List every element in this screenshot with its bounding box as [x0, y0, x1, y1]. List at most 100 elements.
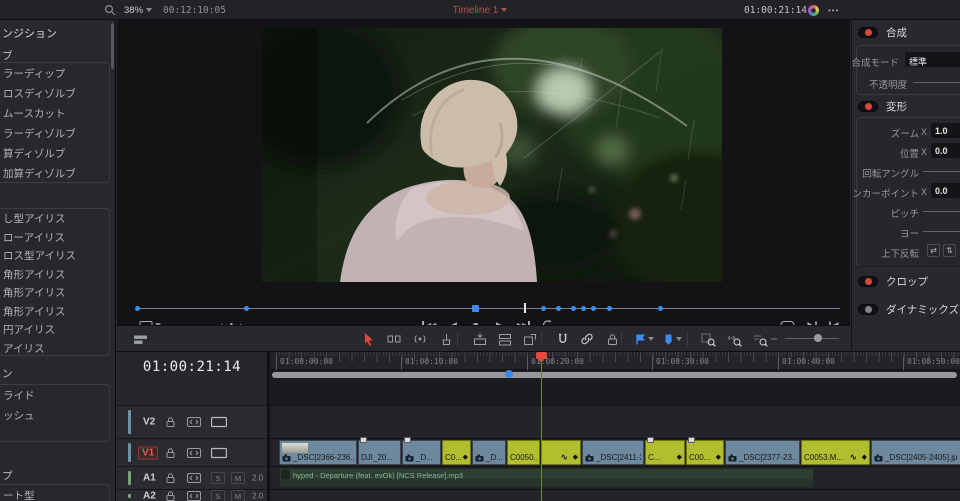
lock-icon[interactable] — [165, 416, 176, 428]
crop-toggle[interactable] — [858, 275, 878, 287]
trim-edit-mode-icon[interactable] — [383, 327, 405, 351]
transition-item[interactable]: アイリス — [0, 340, 109, 356]
track-header-v1[interactable]: V1 — [117, 438, 267, 466]
viewer-marker[interactable] — [135, 306, 140, 311]
transform-toggle[interactable] — [858, 100, 878, 112]
timeline-clip[interactable]: _D... — [472, 440, 506, 465]
viewer-marker[interactable] — [244, 306, 249, 311]
track-name-a1[interactable]: A1 — [143, 473, 156, 484]
track-header-v2[interactable]: V2 — [117, 405, 267, 438]
lock-icon[interactable] — [165, 472, 176, 484]
viewer-scrubber[interactable] — [117, 302, 850, 314]
transition-item[interactable]: 加算ディゾルブ — [0, 164, 109, 182]
flip-horizontal-button[interactable]: ⇄ — [927, 244, 940, 257]
timeline-clip[interactable]: _DSC[2366-236... — [279, 440, 357, 465]
timeline-clip[interactable]: _DSC[2411-24... — [582, 440, 644, 465]
composite-mode-select[interactable]: 標準 — [905, 52, 960, 67]
value-field[interactable]: 0.0 — [931, 183, 960, 198]
solo-button[interactable]: S — [211, 490, 225, 501]
track-lane-v1[interactable]: _DSC[2366-236... DJI_20... _D... C0... ◆ _D..… — [271, 437, 960, 466]
track-enable-icon[interactable] — [211, 416, 227, 428]
opacity-slider[interactable] — [913, 82, 960, 83]
position-lock-icon[interactable] — [601, 327, 623, 351]
timeline-zoom-slider-thumb[interactable] — [814, 334, 822, 342]
viewer-marker[interactable] — [591, 306, 596, 311]
timeline-zoom-slider[interactable] — [785, 338, 839, 339]
track-name-v2[interactable]: V2 — [143, 417, 155, 428]
slider-track[interactable] — [923, 211, 960, 212]
viewer-marker[interactable] — [571, 306, 576, 311]
overwrite-clip-icon[interactable] — [494, 327, 516, 351]
zoom-detail-icon[interactable] — [723, 327, 745, 351]
viewer-marker[interactable] — [607, 306, 612, 311]
flip-vertical-button[interactable]: ⇅ — [943, 244, 956, 257]
slider-track[interactable] — [923, 171, 960, 172]
transition-item[interactable]: ラーディゾルブ — [0, 124, 109, 144]
timeline-scrollbar[interactable] — [272, 372, 957, 378]
track-header-a2[interactable]: A2 S M 2.0 — [117, 489, 267, 501]
color-wheel-icon[interactable] — [808, 0, 819, 20]
auto-select-icon[interactable] — [187, 473, 201, 484]
transition-item[interactable]: 角形アイリス — [0, 284, 109, 303]
dynamic-trim-icon[interactable] — [409, 327, 431, 351]
sidebar-scrollbar[interactable] — [111, 23, 114, 69]
transition-item[interactable]: ート型 — [0, 486, 109, 501]
timeline-clip[interactable]: _D... — [402, 437, 441, 465]
transition-item[interactable]: 角形アイリス — [0, 303, 109, 322]
value-field[interactable]: 1.0 — [931, 123, 960, 138]
transition-item[interactable]: ロスディゾルブ — [0, 84, 109, 104]
auto-select-icon[interactable] — [187, 417, 201, 428]
viewer-marker[interactable] — [556, 306, 561, 311]
timeline-clip[interactable]: C... ◆ — [645, 437, 685, 465]
timeline-clip[interactable]: ∿ ◆ — [541, 440, 581, 465]
chevron-down-icon[interactable] — [676, 337, 682, 341]
timeline-marker[interactable] — [505, 370, 513, 378]
mute-button[interactable]: M — [231, 490, 245, 501]
playhead-flag[interactable] — [536, 352, 547, 363]
razor-tool-icon[interactable] — [435, 327, 457, 351]
snapping-icon[interactable] — [551, 327, 573, 351]
viewer-marker[interactable] — [541, 306, 546, 311]
transition-item[interactable]: 角形アイリス — [0, 266, 109, 285]
transition-item[interactable]: 算ディゾルブ — [0, 144, 109, 164]
auto-select-icon[interactable] — [187, 491, 201, 501]
selection-tool-icon[interactable] — [357, 327, 379, 351]
viewer-marker[interactable] — [581, 306, 586, 311]
timeline-clip[interactable]: C0... ◆ — [442, 440, 471, 465]
viewer-playhead-tick[interactable] — [524, 303, 526, 313]
mute-button[interactable]: M — [231, 472, 245, 484]
transition-item[interactable]: ラーディップ — [0, 64, 109, 84]
timeline-view-options-icon[interactable] — [129, 327, 151, 351]
transition-item[interactable]: ロス型アイリス — [0, 247, 109, 266]
zoom-out-button[interactable]: − — [763, 327, 785, 351]
timeline-content[interactable]: 01:00:00:00 01:00:10:00 01:00:20:00 01:00:3… — [271, 352, 960, 501]
transition-item[interactable]: ライド — [0, 386, 109, 406]
track-enable-icon[interactable] — [211, 447, 227, 458]
zoom-full-extent-icon[interactable] — [697, 327, 719, 351]
transition-item[interactable]: ムースカット — [0, 104, 109, 124]
viewer-marker[interactable] — [658, 306, 663, 311]
viewer-range-marker[interactable] — [472, 305, 479, 312]
transition-item[interactable]: ローアイリス — [0, 229, 109, 248]
auto-select-icon[interactable] — [187, 447, 201, 458]
value-field[interactable]: 0.0 — [931, 143, 960, 158]
timeline-clip[interactable]: C0050... — [507, 440, 540, 465]
timeline-clip[interactable]: C0053.M... ∿ ◆ — [801, 440, 870, 465]
options-menu-icon[interactable]: ••• — [828, 0, 839, 20]
composite-toggle[interactable] — [858, 26, 878, 38]
track-lane-a2[interactable] — [271, 489, 960, 501]
insert-clip-icon[interactable] — [469, 327, 491, 351]
transition-item[interactable]: し型アイリス — [0, 210, 109, 229]
timeline-clip[interactable]: _DSC[2377-23... — [725, 440, 800, 465]
lock-icon[interactable] — [165, 447, 176, 459]
track-name-v1[interactable]: V1 — [138, 446, 159, 459]
audio-clip[interactable]: hyped - Departure (feat. evOk) [NCS Rele… — [279, 468, 814, 488]
solo-button[interactable]: S — [211, 472, 225, 484]
chevron-down-icon[interactable] — [648, 337, 654, 341]
transition-item[interactable]: 円アイリス — [0, 321, 109, 340]
transition-item[interactable]: ッシュ — [0, 406, 109, 426]
dynamic-zoom-toggle[interactable] — [858, 303, 878, 315]
link-clips-icon[interactable] — [576, 327, 598, 351]
track-lane-v2[interactable] — [271, 405, 960, 438]
replace-clip-icon[interactable] — [519, 327, 541, 351]
